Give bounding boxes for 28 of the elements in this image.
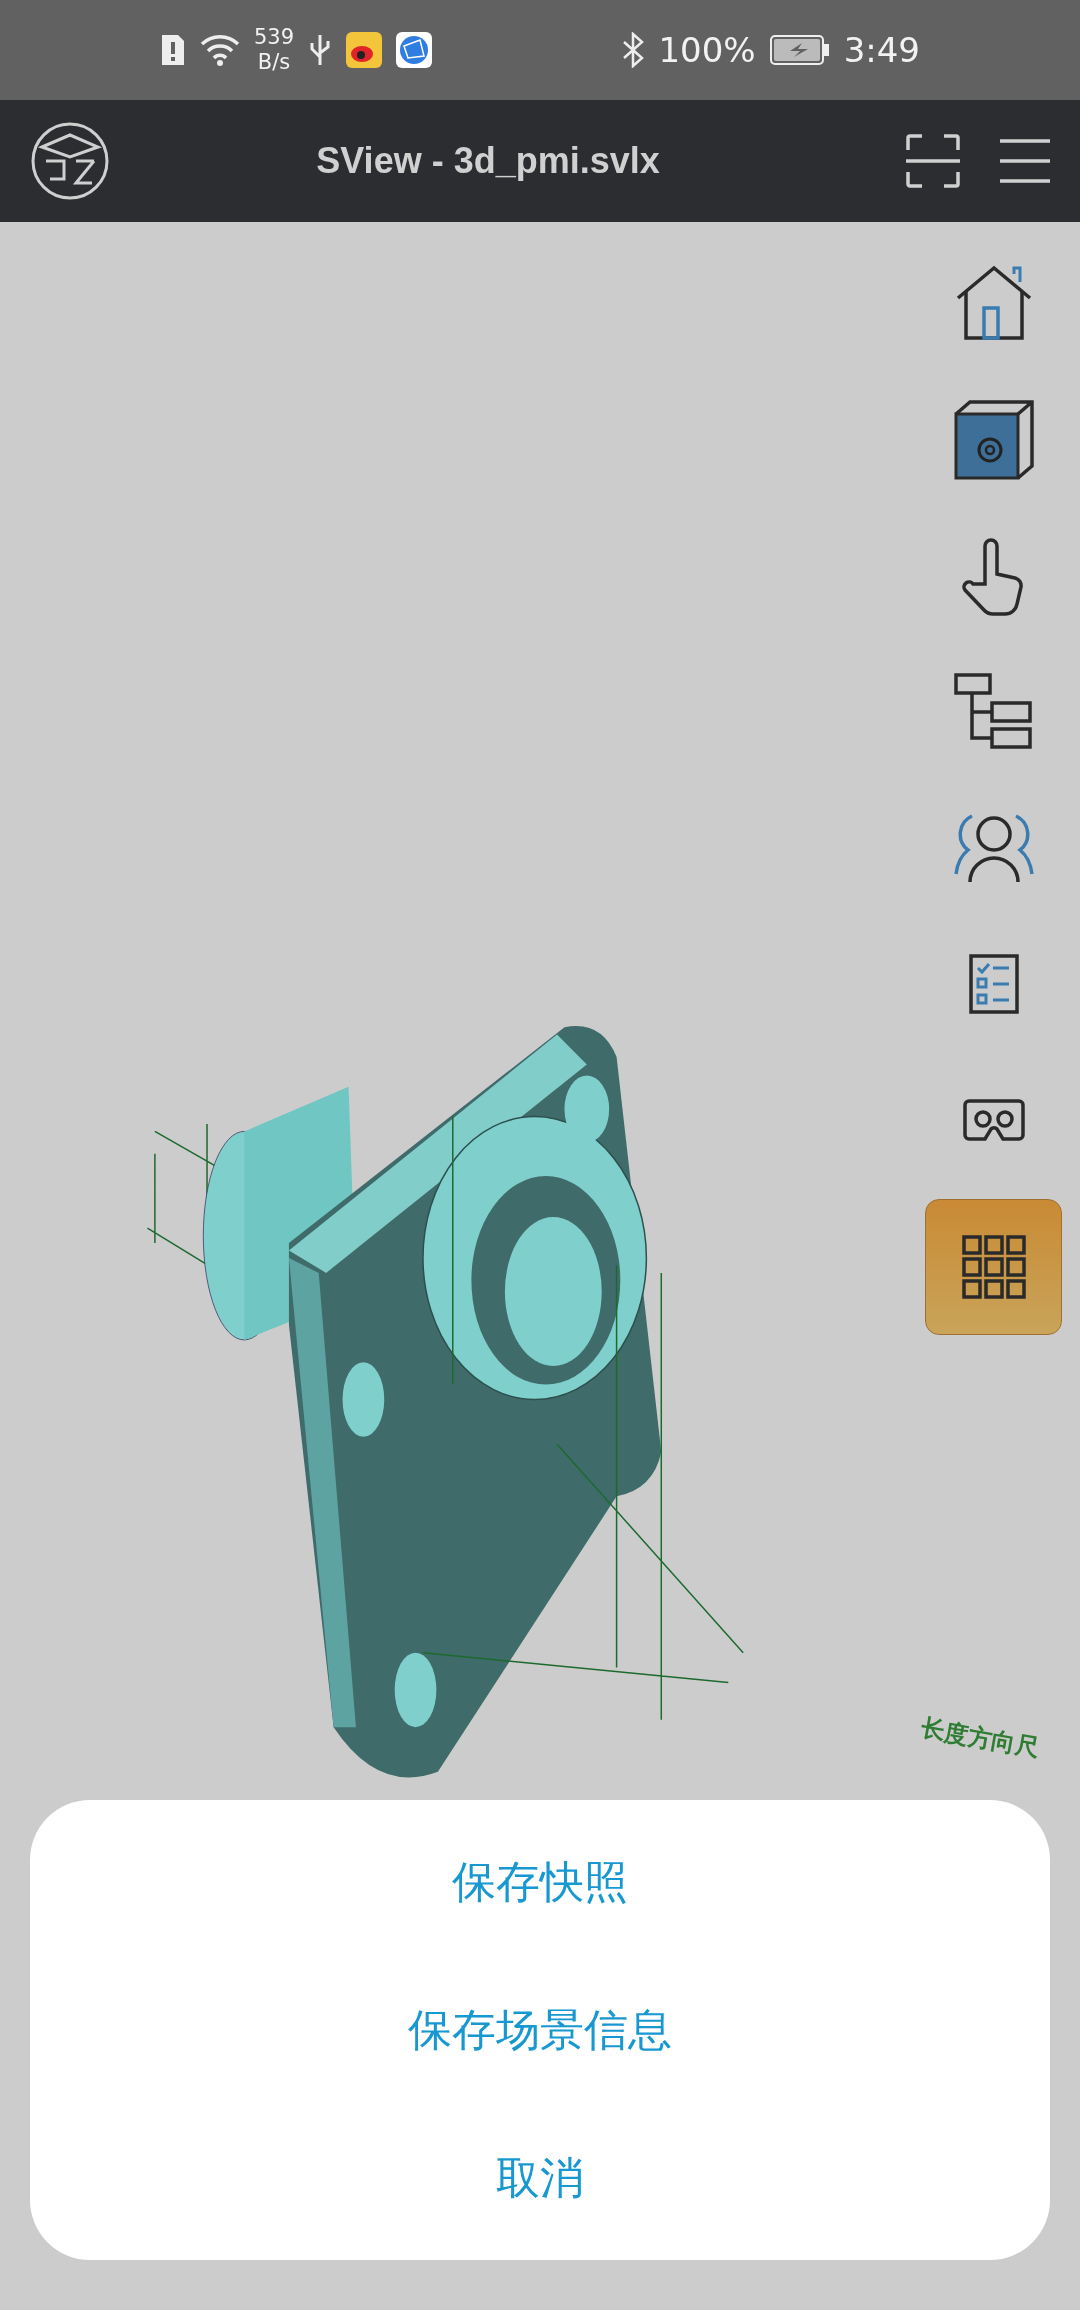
cube-gear-icon <box>953 400 1034 480</box>
sheet-option[interactable]: 保存场景信息 <box>30 1956 1050 2104</box>
battery-percent: 100% <box>658 30 756 70</box>
checklist-icon <box>968 954 1019 1014</box>
menu-button[interactable] <box>1000 138 1050 184</box>
users-icon <box>951 812 1036 884</box>
clock-time: 3:49 <box>843 30 920 70</box>
vr-headset-icon <box>962 1099 1025 1141</box>
sheet-option[interactable]: 保存快照 <box>30 1808 1050 1956</box>
pmi-annotation: 长度方向尺 <box>918 1712 1042 1765</box>
app-notification-icon <box>346 32 383 68</box>
app-title: SView - 3d_pmi.svlx <box>315 140 661 182</box>
battery-charging-icon <box>769 35 830 65</box>
tree-structure-icon <box>953 673 1034 751</box>
sim-alert-icon <box>160 33 186 67</box>
bluetooth-icon <box>622 32 645 68</box>
scan-button[interactable] <box>906 134 960 188</box>
wifi-icon <box>200 34 240 66</box>
grid-menu-button[interactable] <box>925 1199 1062 1335</box>
usb-icon <box>308 33 333 67</box>
globe-app-icon <box>396 32 433 68</box>
sheet-option[interactable]: 取消 <box>30 2104 1050 2252</box>
app-logo-icon <box>30 121 110 201</box>
net-speed-value: 539 <box>254 25 295 50</box>
net-speed-unit: B/s <box>257 50 291 75</box>
scan-icon <box>906 134 960 188</box>
menu-icon <box>1000 138 1050 184</box>
grid-icon <box>961 1235 1026 1299</box>
